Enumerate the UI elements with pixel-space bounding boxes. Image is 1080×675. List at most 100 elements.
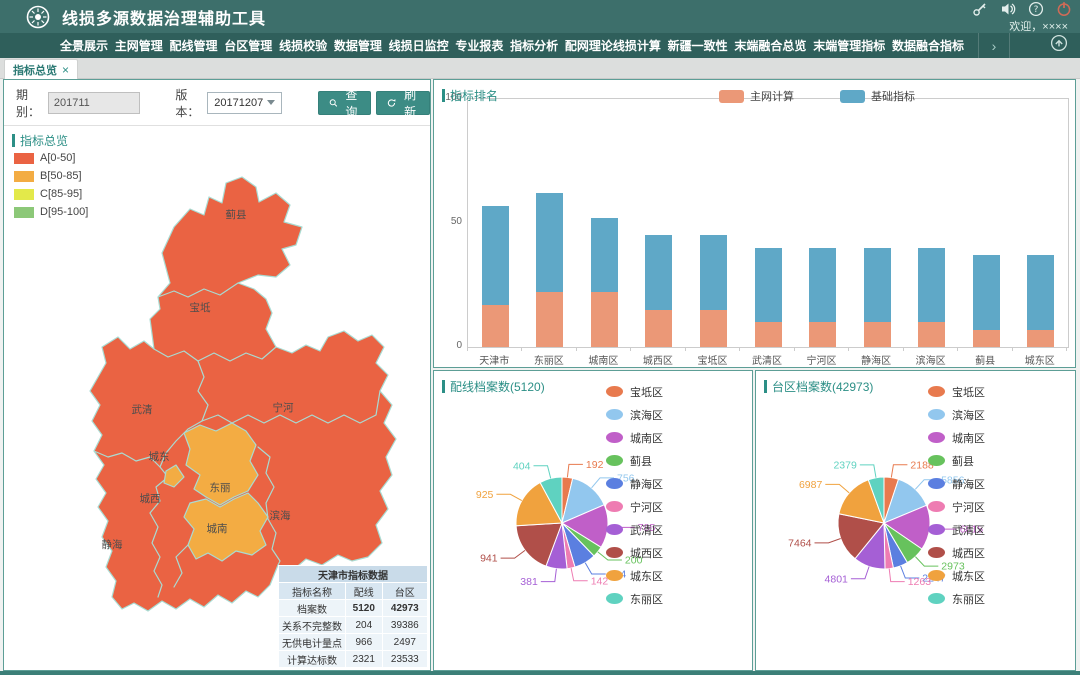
bar-segment-主网计算[interactable] [482,305,509,347]
legend-item-城西区[interactable]: 城西区 [928,546,985,559]
legend-item-东丽区[interactable]: 东丽区 [928,592,985,605]
bar-segment-主网计算[interactable] [755,322,782,347]
bar-segment-主网计算[interactable] [918,322,945,347]
nav-item-2[interactable]: 主网管理 [115,37,163,54]
pie-label-line [860,465,876,478]
bar-segment-主网计算[interactable] [645,310,672,347]
nav-item-10[interactable]: 配网理论线损计算 [565,37,661,54]
bar-滨海区[interactable] [918,99,945,347]
legend-item-城东区[interactable]: 城东区 [606,569,663,582]
nav-item-13[interactable]: 末端管理指标 [813,37,885,54]
nav-item-11[interactable]: 新疆一致性 [668,37,728,54]
bar-segment-主网计算[interactable] [700,310,727,347]
bar-segment-主网计算[interactable] [809,322,836,347]
legend-item-武清区[interactable]: 武清区 [928,523,985,536]
version-select[interactable]: 20171207 [207,92,281,114]
bar-segment-主网计算[interactable] [864,322,891,347]
close-icon[interactable]: × [62,63,69,77]
legend-label: 城南区 [952,430,985,446]
bar-segment-基础指标[interactable] [700,235,727,309]
legend-item-东丽区[interactable]: 东丽区 [606,592,663,605]
bar-城东区[interactable] [1027,99,1054,347]
bar-天津市[interactable] [482,99,509,347]
map-legend-item-C[interactable]: C[85-95] [14,188,88,200]
nav-item-14[interactable]: 数据融合指标 [892,37,964,54]
legend-item-宁河区[interactable]: 宁河区 [928,500,985,513]
bar-segment-基础指标[interactable] [809,248,836,322]
nav-item-12[interactable]: 末端融合总览 [734,37,806,54]
map-legend-item-A[interactable]: A[0-50] [14,152,88,164]
map-legend-item-D[interactable]: D[95-100] [14,206,88,218]
legend-item-静海区[interactable]: 静海区 [606,477,663,490]
nav-item-6[interactable]: 数据管理 [334,37,382,54]
bar-武清区[interactable] [755,99,782,347]
table-cell-value: 2321 [346,651,383,668]
bar-segment-基础指标[interactable] [645,235,672,309]
scroll-top-icon[interactable] [1050,34,1068,57]
legend-item-城西区[interactable]: 城西区 [606,546,663,559]
map-label-jinghai: 静海 [102,538,123,551]
legend-label: 静海区 [952,476,985,492]
tab-indicator-overview[interactable]: 指标总览 × [4,59,78,79]
bar-chart-plot [467,98,1069,348]
nav-more-button[interactable]: › [978,33,1010,58]
help-icon[interactable]: ? [1028,1,1044,17]
nav-item-5[interactable]: 线损校验 [279,37,327,54]
query-button-label: 查询 [342,86,360,120]
legend-item-城东区[interactable]: 城东区 [928,569,985,582]
nav-item-7[interactable]: 线损日监控 [389,37,449,54]
bar-segment-基础指标[interactable] [864,248,891,322]
bar-静海区[interactable] [864,99,891,347]
map-legend-item-B[interactable]: B[50-85] [14,170,88,182]
bar-slot-蓟县 [959,99,1014,347]
bar-宁河区[interactable] [809,99,836,347]
axis-tick [686,347,740,351]
legend-item-武清区[interactable]: 武清区 [606,523,663,536]
bar-东丽区[interactable] [536,99,563,347]
legend-item-宁河区[interactable]: 宁河区 [606,500,663,513]
period-input[interactable] [48,92,140,114]
legend-item-静海区[interactable]: 静海区 [928,477,985,490]
bar-蓟县[interactable] [973,99,1000,347]
legend-item-城南区[interactable]: 城南区 [928,431,985,444]
bar-宝坻区[interactable] [700,99,727,347]
bar-segment-主网计算[interactable] [536,292,563,347]
legend-item-宝坻区[interactable]: 宝坻区 [606,385,663,398]
bar-segment-主网计算[interactable] [973,330,1000,347]
bar-城西区[interactable] [645,99,672,347]
bar-segment-基础指标[interactable] [1027,255,1054,329]
nav-item-8[interactable]: 专业报表 [455,37,503,54]
nav-item-3[interactable]: 配线管理 [170,37,218,54]
power-icon[interactable] [1056,1,1072,17]
speaker-icon[interactable] [1000,1,1016,17]
legend-item-滨海区[interactable]: 滨海区 [606,408,663,421]
tianjin-indicator-table: 天津市指标数据指标名称配线台区档案数512042973关系不完整数2043938… [278,565,428,668]
nav-item-4[interactable]: 台区管理 [224,37,272,54]
legend-item-基础指标[interactable]: 基础指标 [840,88,915,104]
refresh-button[interactable]: 刷新 [376,91,430,115]
bar-segment-基础指标[interactable] [973,255,1000,329]
legend-label: 城东区 [630,568,663,584]
legend-item-宝坻区[interactable]: 宝坻区 [928,385,985,398]
legend-swatch [14,189,34,200]
legend-swatch [14,207,34,218]
legend-item-主网计算[interactable]: 主网计算 [719,88,794,104]
overview-map-panel: 期别： 版本： 20171207 查询 刷新 指标总览 A[0-50]B[50-… [3,79,431,671]
legend-item-城南区[interactable]: 城南区 [606,431,663,444]
bar-segment-基础指标[interactable] [755,248,782,322]
query-button[interactable]: 查询 [318,91,372,115]
bar-城南区[interactable] [591,99,618,347]
bar-segment-基础指标[interactable] [591,218,618,292]
bar-segment-基础指标[interactable] [482,206,509,305]
bottom-border-bar [0,671,1080,675]
legend-item-滨海区[interactable]: 滨海区 [928,408,985,421]
bar-segment-基础指标[interactable] [536,193,563,292]
bar-segment-基础指标[interactable] [918,248,945,322]
bar-segment-主网计算[interactable] [591,292,618,347]
wrench-icon[interactable] [972,1,988,17]
legend-item-蓟县[interactable]: 蓟县 [606,454,663,467]
bar-segment-主网计算[interactable] [1027,330,1054,347]
legend-item-蓟县[interactable]: 蓟县 [928,454,985,467]
nav-item-9[interactable]: 指标分析 [510,37,558,54]
nav-item-1[interactable]: 全景展示 [60,37,108,54]
